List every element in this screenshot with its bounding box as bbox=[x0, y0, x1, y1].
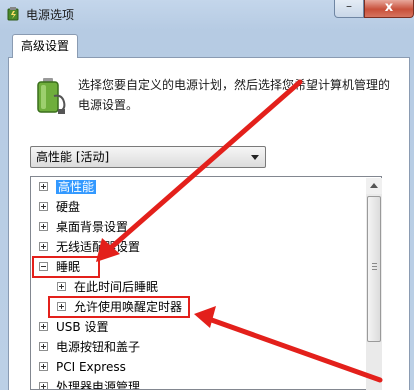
battery-plan-icon bbox=[37, 78, 66, 114]
tree-item-high-performance[interactable]: 高性能 bbox=[39, 177, 97, 197]
expand-icon[interactable] bbox=[57, 282, 66, 291]
tree-item-label: 硬盘 bbox=[56, 200, 81, 214]
scroll-thumb[interactable] bbox=[367, 196, 381, 342]
grip-icon bbox=[372, 263, 377, 270]
expand-icon[interactable] bbox=[39, 222, 48, 231]
annotation-box-sleep bbox=[32, 256, 100, 278]
chevron-down-icon[interactable] bbox=[251, 155, 259, 160]
expand-icon[interactable] bbox=[39, 322, 48, 331]
scroll-up-icon[interactable] bbox=[366, 178, 382, 194]
tree-item-wireless-adapter[interactable]: 无线适配器设置 bbox=[39, 237, 140, 257]
title-bar[interactable]: 电源选项 – x bbox=[0, 0, 414, 28]
tree-item-sleep-after[interactable]: 在此时间后睡眠 bbox=[57, 277, 158, 297]
tree-item-processor-power[interactable]: 处理器电源管理 bbox=[39, 377, 141, 390]
annotation-box-wake-timers bbox=[48, 296, 190, 318]
minimize-button[interactable]: – bbox=[334, 0, 364, 18]
power-options-window: 电源选项 – x 高级设置 选择您要自定义的电源计划，然后选择您希望计算机管理的… bbox=[0, 0, 414, 390]
expand-icon[interactable] bbox=[39, 202, 48, 211]
tree-item-power-buttons[interactable]: 电源按钮和盖子 bbox=[39, 337, 140, 357]
tree-scrollbar[interactable] bbox=[366, 178, 382, 390]
tree-item-label: 无线适配器设置 bbox=[56, 240, 141, 254]
tree-item-label: 桌面背景设置 bbox=[56, 220, 129, 234]
description-text: 选择您要自定义的电源计划，然后选择您希望计算机管理的电源设置。 bbox=[78, 78, 391, 112]
tree-item-label: PCI Express bbox=[56, 360, 126, 374]
tree-item-label: USB 设置 bbox=[56, 320, 109, 334]
power-options-icon bbox=[7, 7, 19, 21]
expand-icon[interactable] bbox=[39, 342, 48, 351]
settings-tree[interactable]: 高性能 硬盘 桌面背景设置 无线适配器设置 睡眠 在此时间后睡眠 允许使用唤醒定… bbox=[30, 176, 382, 390]
power-plan-value: 高性能 [活动] bbox=[36, 150, 110, 164]
tree-item-desktop-background[interactable]: 桌面背景设置 bbox=[39, 217, 128, 237]
tree-item-label: 高性能 bbox=[56, 180, 97, 194]
tree-item-hard-disk[interactable]: 硬盘 bbox=[39, 197, 80, 217]
tree-item-usb-settings[interactable]: USB 设置 bbox=[39, 317, 108, 337]
expand-icon[interactable] bbox=[39, 182, 48, 191]
expand-icon[interactable] bbox=[39, 362, 48, 371]
tree-item-pci-express[interactable]: PCI Express bbox=[39, 357, 126, 377]
tree-item-label: 在此时间后睡眠 bbox=[74, 280, 159, 294]
expand-icon[interactable] bbox=[39, 242, 48, 251]
close-button[interactable]: x bbox=[364, 0, 414, 18]
tree-item-label: 处理器电源管理 bbox=[56, 380, 141, 390]
power-plan-dropdown[interactable]: 高性能 [活动] bbox=[30, 146, 266, 168]
tab-advanced-settings[interactable]: 高级设置 bbox=[12, 34, 79, 58]
tree-item-label: 电源按钮和盖子 bbox=[56, 340, 141, 354]
window-title: 电源选项 bbox=[26, 8, 75, 22]
expand-icon[interactable] bbox=[39, 382, 48, 389]
